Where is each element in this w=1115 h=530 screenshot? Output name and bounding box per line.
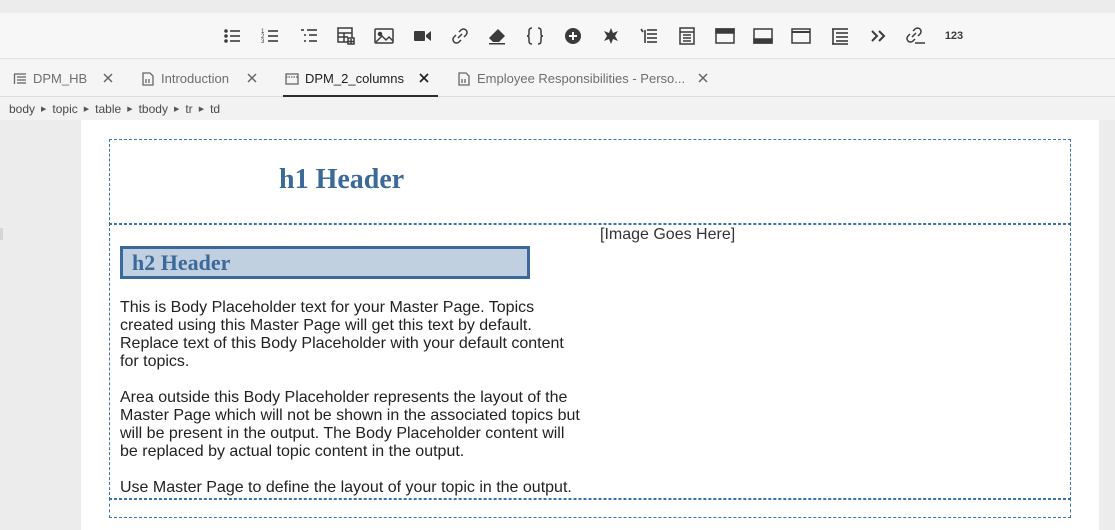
code-braces-icon[interactable] — [521, 22, 549, 50]
tab-bar: DPM_HB Introduction DPM_2_columns Employ… — [0, 60, 1115, 97]
breadcrumb-item-body[interactable]: body — [9, 102, 35, 116]
h1-heading[interactable]: h1 Header — [279, 164, 404, 196]
insert-image-icon[interactable] — [370, 22, 398, 50]
tab-dpm-2-columns[interactable]: DPM_2_columns — [283, 60, 438, 97]
tab-label: Introduction — [161, 71, 229, 86]
triangle-right-icon: ▶ — [198, 106, 205, 113]
document-outline-icon — [13, 72, 27, 86]
breadcrumb-item-tr[interactable]: tr — [185, 102, 192, 116]
special-character-icon[interactable] — [597, 22, 625, 50]
table-of-contents-icon[interactable] — [826, 22, 854, 50]
tab-employee-responsibilities[interactable]: Employee Responsibilities - Perso... — [457, 60, 717, 97]
insert-table-icon[interactable] — [332, 22, 360, 50]
eraser-icon[interactable] — [483, 22, 511, 50]
breadcrumb-item-tbody[interactable]: tbody — [139, 102, 168, 116]
variable-link-icon[interactable] — [902, 22, 930, 50]
triangle-right-icon: ▶ — [127, 106, 133, 113]
editor-toolbar: 123 123 — [0, 13, 1115, 59]
footer-layout-icon[interactable] — [749, 22, 777, 50]
tab-label: DPM_HB — [33, 71, 88, 86]
insert-video-icon[interactable] — [408, 22, 436, 50]
tab-introduction[interactable]: Introduction — [141, 60, 266, 97]
insert-link-icon[interactable] — [446, 22, 474, 50]
image-placeholder[interactable]: [Image Goes Here] — [600, 226, 735, 244]
triangle-right-icon: ▶ — [41, 106, 47, 113]
tab-dpm-hb[interactable]: DPM_HB — [13, 60, 123, 97]
topic-file-icon — [141, 71, 155, 86]
close-icon[interactable] — [101, 71, 115, 85]
header-placeholder[interactable] — [109, 139, 1071, 225]
breadcrumb-item-topic[interactable]: topic — [52, 102, 77, 116]
breadcrumb: body ▶ topic ▶ table ▶ tbody ▶ tr ▶ td — [0, 98, 1115, 120]
tab-label: Employee Responsibilities - Perso... — [477, 71, 686, 86]
list-indent-icon[interactable] — [635, 22, 663, 50]
numbering-icon[interactable]: 123 — [940, 22, 968, 50]
svg-text:3: 3 — [261, 39, 265, 45]
body-paragraph[interactable]: This is Body Placeholder text for your M… — [120, 299, 580, 371]
top-strip — [0, 0, 1115, 13]
topic-file-icon — [457, 71, 471, 86]
triangle-right-icon: ▶ — [83, 106, 90, 113]
body-paragraph[interactable]: Use Master Page to define the layout of … — [120, 479, 580, 497]
bulleted-list-icon[interactable] — [219, 22, 247, 50]
insert-plus-icon[interactable] — [559, 22, 587, 50]
multilevel-list-icon[interactable] — [295, 22, 323, 50]
window-layout-icon[interactable] — [787, 22, 815, 50]
more-chevron-icon[interactable] — [864, 22, 892, 50]
breadcrumb-item-td[interactable]: td — [210, 102, 220, 116]
close-icon[interactable] — [417, 71, 431, 85]
body-paragraph[interactable]: Area outside this Body Placeholder repre… — [120, 389, 580, 461]
header-layout-icon[interactable] — [711, 22, 739, 50]
h2-heading[interactable]: h2 Header — [120, 246, 530, 279]
numbered-list-icon[interactable]: 123 — [257, 22, 285, 50]
snippet-icon[interactable] — [673, 22, 701, 50]
footer-placeholder[interactable] — [109, 498, 1071, 518]
panel-resize-handle[interactable] — [0, 228, 3, 240]
close-icon[interactable] — [696, 71, 710, 85]
tab-label: DPM_2_columns — [305, 71, 404, 86]
master-page-icon — [285, 72, 299, 86]
close-icon[interactable] — [245, 71, 259, 85]
breadcrumb-item-table[interactable]: table — [95, 102, 121, 116]
triangle-right-icon: ▶ — [173, 106, 180, 113]
